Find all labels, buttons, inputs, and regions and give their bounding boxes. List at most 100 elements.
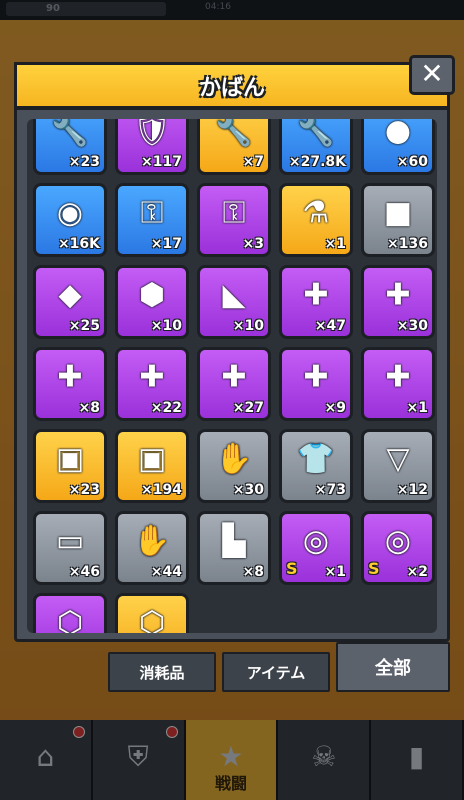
- item-quantity: ×27.8K: [288, 154, 346, 170]
- item-slot[interactable]: ⚗ ×1: [279, 183, 353, 257]
- boot-blueprint-icon: ▙: [222, 523, 246, 559]
- item-slot[interactable]: ✚ ×30: [361, 265, 435, 339]
- item-quantity: ×1: [324, 564, 346, 580]
- tab-items[interactable]: アイテム: [222, 652, 330, 692]
- item-quantity: ×25: [68, 318, 100, 334]
- belt-blueprint-icon: ▭: [55, 523, 85, 559]
- chest-icon: ▣: [137, 441, 167, 477]
- puzzle-icon: ✚: [385, 277, 411, 313]
- item-quantity: ×10: [232, 318, 264, 334]
- item-quantity: ×27: [232, 400, 264, 416]
- item-quantity: ×10: [150, 318, 182, 334]
- chest-icon: ▣: [55, 441, 85, 477]
- item-quantity: ×8: [242, 564, 264, 580]
- item-slot[interactable]: 👕 ×73: [279, 429, 353, 503]
- item-slot[interactable]: ✚ ×9: [279, 347, 353, 421]
- wrench-icon: 🔧: [215, 119, 253, 149]
- wrench-icon: 🔧: [51, 119, 89, 149]
- shirt-blueprint-icon: 👕: [297, 441, 335, 477]
- hex-core-icon: ⬡: [138, 605, 166, 633]
- item-slot[interactable]: ⚿ ×3: [197, 183, 271, 257]
- item-quantity: ×23: [68, 154, 100, 170]
- shard-icon: ◣: [222, 277, 246, 313]
- item-slot[interactable]: 🔧 ×7: [197, 119, 271, 175]
- item-quantity: ×23: [68, 482, 100, 498]
- puzzle-icon: ✚: [57, 359, 83, 395]
- item-slot[interactable]: 🔧 ×27.8K: [279, 119, 353, 175]
- item-slot[interactable]: ● ×60: [361, 119, 435, 175]
- item-slot[interactable]: ▣ ×23: [33, 429, 107, 503]
- modal-title: かばん: [198, 75, 265, 101]
- item-quantity: ×47: [314, 318, 346, 334]
- item-slot[interactable]: ✋ ×30: [197, 429, 271, 503]
- item-quantity: ×22: [150, 400, 182, 416]
- puzzle-icon: ✚: [139, 359, 165, 395]
- item-quantity: ×46: [68, 564, 100, 580]
- item-slot[interactable]: ◎ S ×2: [361, 511, 435, 585]
- item-quantity: ×117: [141, 154, 182, 170]
- item-slot[interactable]: ◣ ×10: [197, 265, 271, 339]
- item-slot[interactable]: ⬡: [33, 593, 107, 633]
- item-slot[interactable]: ✚ ×8: [33, 347, 107, 421]
- hand-blueprint-icon: ✋: [133, 523, 171, 559]
- potion-icon: ⚗: [302, 195, 330, 231]
- item-slot[interactable]: ◎ S ×1: [279, 511, 353, 585]
- item-slot[interactable]: ✚ ×22: [115, 347, 189, 421]
- item-slot[interactable]: ✚ ×1: [361, 347, 435, 421]
- hex-core-icon: ⬡: [56, 605, 84, 633]
- gem-scroll-icon: ◆: [58, 277, 82, 313]
- rank-badge: S: [368, 559, 380, 578]
- item-quantity: ×1: [406, 400, 428, 416]
- item-slot[interactable]: ▽ ×12: [361, 429, 435, 503]
- item-quantity: ×8: [78, 400, 100, 416]
- s-core-icon: ◎: [384, 523, 412, 559]
- item-quantity: ×73: [314, 482, 346, 498]
- item-quantity: ×30: [232, 482, 264, 498]
- item-quantity: ×1: [324, 236, 346, 252]
- item-quantity: ×16K: [57, 236, 100, 252]
- item-quantity: ×136: [387, 236, 428, 252]
- cube-icon: ■: [383, 195, 413, 231]
- lion-coin-icon: ◉: [56, 195, 84, 231]
- gold-key-icon: ⚿: [222, 195, 246, 231]
- glove-blueprint-icon: ✋: [215, 441, 253, 477]
- puzzle-icon: ✚: [303, 359, 329, 395]
- item-slot[interactable]: ⚿ ×17: [115, 183, 189, 257]
- shield-icon: 🛡: [132, 119, 172, 149]
- bag-tabs: 消耗品 アイテム 全部: [108, 642, 454, 692]
- item-slot[interactable]: ◉ ×16K: [33, 183, 107, 257]
- item-slot[interactable]: ◆ ×25: [33, 265, 107, 339]
- item-slot[interactable]: 🔧 ×23: [33, 119, 107, 175]
- necklace-blueprint-icon: ▽: [386, 441, 410, 477]
- item-slot[interactable]: ⬡: [115, 593, 189, 633]
- puzzle-icon: ✚: [385, 359, 411, 395]
- item-slot[interactable]: 🛡 ×117: [115, 119, 189, 175]
- crystal-icon: ⬢: [138, 277, 166, 313]
- item-slot[interactable]: ✚ ×47: [279, 265, 353, 339]
- tab-consumables[interactable]: 消耗品: [108, 652, 216, 692]
- item-quantity: ×60: [396, 154, 428, 170]
- item-slot[interactable]: ▣ ×194: [115, 429, 189, 503]
- item-quantity: ×9: [324, 400, 346, 416]
- item-quantity: ×30: [396, 318, 428, 334]
- puzzle-icon: ✚: [303, 277, 329, 313]
- item-quantity: ×7: [242, 154, 264, 170]
- s-core-icon: ◎: [302, 523, 330, 559]
- coin-icon: ●: [384, 119, 412, 149]
- item-slot[interactable]: ⬢ ×10: [115, 265, 189, 339]
- close-button[interactable]: ✕: [409, 55, 455, 95]
- item-quantity: ×17: [150, 236, 182, 252]
- item-slot[interactable]: ✚ ×27: [197, 347, 271, 421]
- item-slot[interactable]: ▭ ×46: [33, 511, 107, 585]
- modal-header: かばん: [14, 62, 450, 110]
- tab-all[interactable]: 全部: [336, 642, 450, 692]
- item-quantity: ×3: [242, 236, 264, 252]
- item-slot[interactable]: ■ ×136: [361, 183, 435, 257]
- item-quantity: ×194: [141, 482, 182, 498]
- item-grid: 🔧 ×23 🛡 ×117 🔧 ×7 🔧 ×27.8K ● ×60 ◉ ×16K ⚿ ×17 ⚿ ×3 ⚗ ×1 ■ ×…: [33, 119, 437, 633]
- item-slot[interactable]: ▙ ×8: [197, 511, 271, 585]
- wrench-icon: 🔧: [297, 119, 335, 149]
- item-slot[interactable]: ✋ ×44: [115, 511, 189, 585]
- bag-modal: かばん ✕ 🔧 ×23 🛡 ×117 🔧 ×7 🔧 ×27.8K ● ×60 ◉ ×16K ⚿ ×17 ⚿ ×…: [14, 55, 455, 642]
- item-grid-scroll[interactable]: 🔧 ×23 🛡 ×117 🔧 ×7 🔧 ×27.8K ● ×60 ◉ ×16K ⚿ ×17 ⚿ ×3 ⚗ ×1 ■ ×…: [27, 119, 437, 633]
